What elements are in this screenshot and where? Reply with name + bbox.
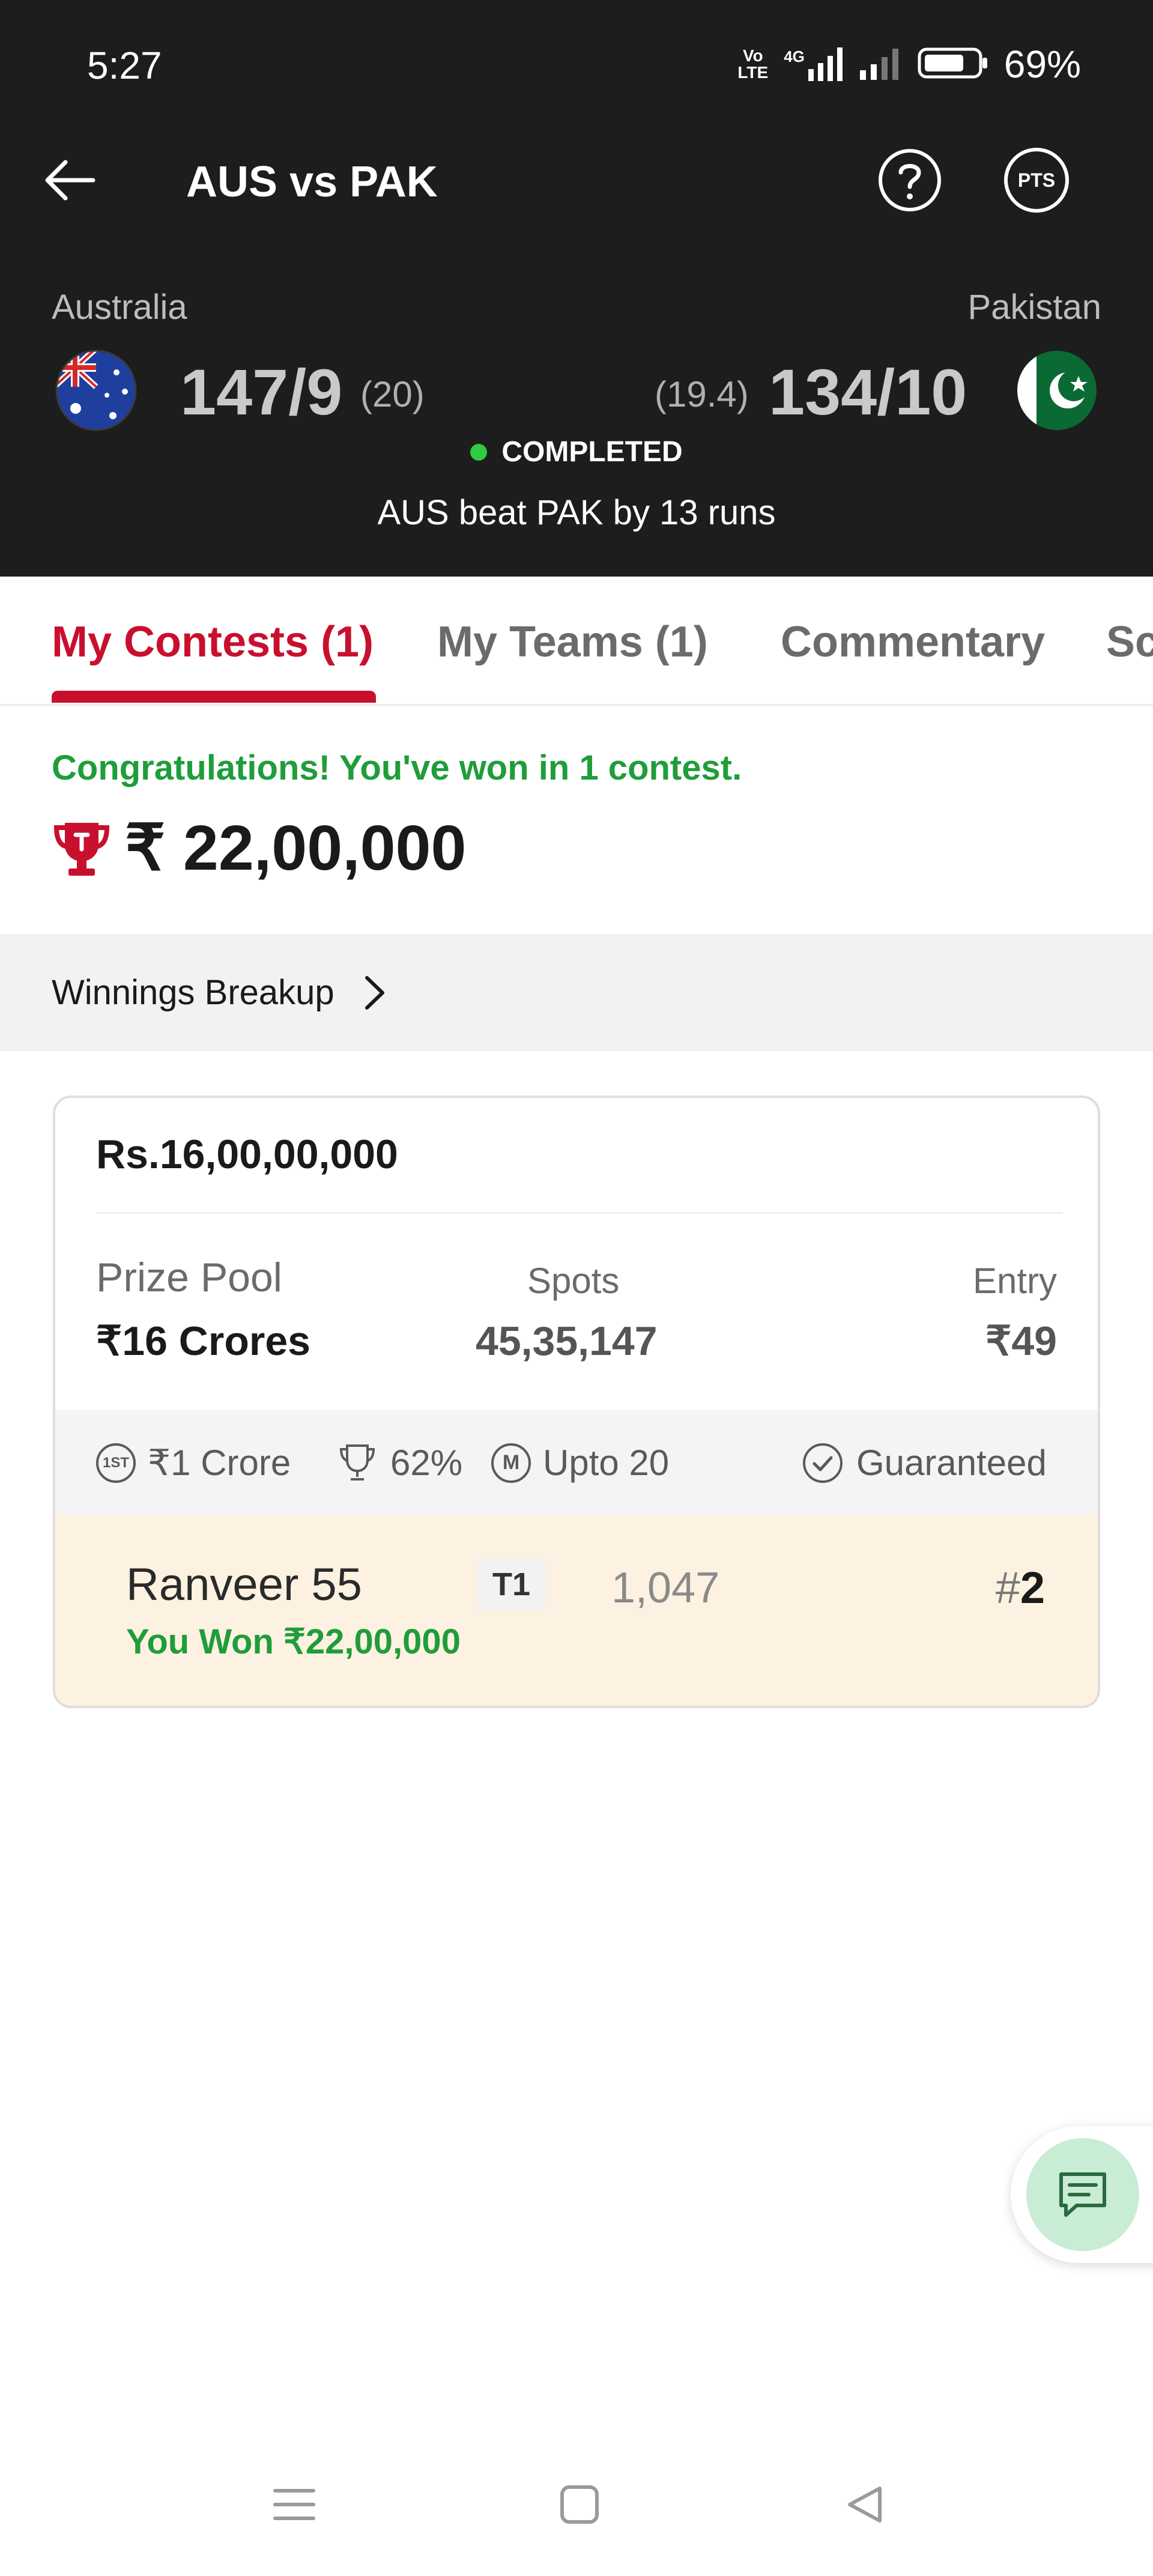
team1-name: Australia [52,288,187,327]
team-won-amount: You Won ₹22,00,000 [126,1622,461,1661]
match-result: AUS beat PAK by 13 runs [377,493,776,532]
tab-scorecard[interactable]: Scorecard [1106,617,1153,667]
chat-icon [1059,2172,1106,2217]
square-icon [560,2485,599,2524]
home-button[interactable] [549,2474,610,2535]
active-tab-indicator [52,691,376,703]
prize-pool-label: Prize Pool [96,1255,282,1300]
team2-overs: (19.4) [655,374,749,414]
tab-my-contests[interactable]: My Contests (1) [52,617,374,667]
recent-apps-button[interactable] [264,2474,324,2535]
status-dot-icon [470,443,488,461]
prize-pool-value: ₹16 Crores [96,1318,310,1364]
winnings-amount-row: ₹ 22,00,000 [52,811,466,885]
signal-icon [859,46,902,83]
page-title: AUS vs PAK [186,158,438,206]
system-nav-bar [0,2462,1153,2547]
status-time: 5:27 [87,44,162,87]
points-system-button[interactable]: PTS [1000,144,1073,216]
tab-commentary[interactable]: Commentary [781,617,1045,667]
tab-my-teams[interactable]: My Teams (1) [437,617,708,667]
congrats-message: Congratulations! You've won in 1 contest… [52,748,742,787]
joined-team-row[interactable]: Ranveer 55 T1 1,047 #2 You Won ₹22,00,00… [55,1515,1098,1706]
team-tag: T1 [477,1559,546,1610]
tab-bar: My Contests (1) My Teams (1) Commentary … [0,577,1153,706]
spots-value: 45,35,147 [476,1318,658,1364]
triangle-back-icon [848,2487,882,2523]
multi-entry: M Upto 20 [491,1410,669,1515]
first-prize: 1ST ₹1 Crore [96,1410,291,1515]
contest-card[interactable]: Rs.16,00,00,000 Prize Pool ₹16 Crores Sp… [53,1096,1100,1708]
status-bar: 5:27 Vo LTE 4G 69% [0,36,1153,96]
multi-entry-icon: M [491,1443,531,1483]
system-back-button[interactable] [835,2474,895,2535]
question-circle-icon [879,149,941,211]
check-circle-icon [803,1443,843,1483]
entry-label: Entry [972,1261,1057,1301]
chat-fab-container [1011,2126,1153,2263]
trophy-outline-icon [339,1444,375,1480]
chat-button[interactable] [1026,2138,1139,2251]
card-divider [96,1212,1063,1214]
match-status-text: COMPLETED [501,436,683,468]
app-bar: AUS vs PAK PTS [0,138,1153,222]
contest-features: 1ST ₹1 Crore 62% M Upto 20 Guaranteed [55,1410,1098,1515]
winnings-breakup-label: Winnings Breakup [52,973,334,1012]
trophy-icon [53,822,110,876]
guaranteed: Guaranteed [801,1410,1047,1515]
australia-flag-icon [54,348,138,432]
winnings-breakup-link[interactable]: Winnings Breakup [0,934,1153,1051]
points-icon: PTS [1004,148,1069,213]
volte-icon: Vo LTE [737,46,769,82]
match-status: COMPLETED [0,435,1153,468]
arrow-left-icon [45,160,95,201]
menu-icon [273,2489,315,2520]
winnings-amount: ₹ 22,00,000 [125,813,467,883]
team1-overs: (20) [360,374,425,414]
first-prize-icon: 1ST [96,1443,136,1483]
team-rank: #2 [995,1563,1045,1613]
team-points: 1,047 [611,1564,720,1612]
status-icons: Vo LTE 4G 69% [737,42,1081,86]
team1-score: 147/9 [180,356,343,428]
team2-score: 134/10 [769,356,967,428]
chevron-right-icon [360,972,390,1014]
back-button[interactable] [36,150,102,210]
help-button[interactable] [874,144,946,216]
entry-value: ₹49 [985,1318,1057,1364]
winners-percent: 62% [336,1410,462,1515]
team-owner-name: Ranveer 55 [126,1559,362,1610]
contest-title: Rs.16,00,00,000 [96,1132,398,1177]
battery-percent: 69% [1003,43,1081,86]
team2-name: Pakistan [967,288,1101,327]
match-header: 5:27 Vo LTE 4G 69% AUS vs PAK PTS Austra… [0,0,1153,577]
battery-icon [918,46,988,83]
signal-4g-icon: 4G [784,47,844,81]
spots-label: Spots [527,1261,620,1301]
pakistan-flag-icon [1015,348,1099,432]
